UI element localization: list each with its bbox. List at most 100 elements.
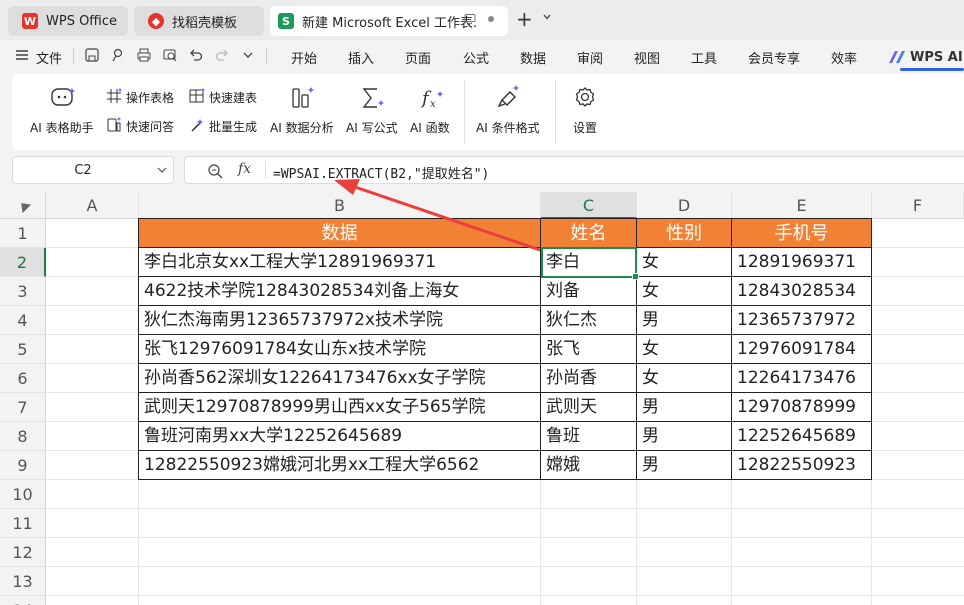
formula-bar[interactable]: fx =WPSAI.EXTRACT(B2,"提取姓名") [184, 156, 964, 184]
table-cell[interactable]: 张飞12976091784女山东x技术学院 [139, 335, 540, 364]
row-header-7[interactable]: 7 [0, 393, 46, 422]
new-tab-button[interactable]: + [516, 9, 533, 29]
table-cell[interactable]: 12843028534 [732, 277, 871, 306]
formula-input[interactable]: =WPSAI.EXTRACT(B2,"提取姓名") [273, 163, 489, 182]
table-cell[interactable]: 12822550923 [732, 451, 871, 480]
table-header-cell[interactable]: 手机号 [731, 218, 872, 248]
tab-excel-workbook[interactable]: S 新建 Microsoft Excel 工作表. [270, 6, 508, 36]
row-header-9[interactable]: 9 [0, 451, 46, 480]
conditional-format-brush-icon[interactable] [496, 84, 522, 110]
menu-review[interactable]: 审阅 [577, 48, 603, 67]
row-header-12[interactable]: 12 [0, 538, 46, 567]
table-header-cell[interactable]: 数据 [138, 218, 541, 248]
menu-view[interactable]: 视图 [634, 48, 660, 67]
table-cell[interactable]: 12970878999 [732, 393, 871, 422]
batch-generate-button[interactable]: 批量生成 [209, 118, 257, 135]
chevron-down-icon[interactable] [240, 47, 256, 63]
column-header-a[interactable]: A [46, 192, 139, 219]
table-cell[interactable]: 男 [637, 393, 731, 422]
row-header-3[interactable]: 3 [0, 277, 46, 306]
table-cell[interactable]: 女 [637, 277, 731, 306]
fx-icon[interactable]: fx [238, 161, 251, 177]
table-cell[interactable]: 狄仁杰 [541, 306, 636, 335]
table-cell[interactable]: 女 [637, 364, 731, 393]
ai-function-button[interactable]: AI 函数 [410, 119, 450, 136]
table-cell[interactable]: 12822550923嫦娥河北男xx工程大学6562 [139, 451, 540, 480]
menu-insert[interactable]: 插入 [348, 48, 374, 67]
print-preview-icon[interactable] [162, 47, 178, 63]
column-header-e[interactable]: E [732, 192, 872, 219]
table-cell[interactable]: 男 [637, 451, 731, 480]
row-header-4[interactable]: 4 [0, 306, 46, 335]
print-icon[interactable] [136, 47, 152, 63]
row-header-13[interactable]: 13 [0, 567, 46, 596]
row-header-2[interactable]: 2 [0, 248, 46, 277]
table-cell[interactable]: 12976091784 [732, 335, 871, 364]
menu-wps-ai[interactable]: WPS AI [888, 46, 963, 68]
undo-icon[interactable] [188, 47, 204, 63]
tab-docer-templates[interactable]: ◆ 找稻壳模板 [134, 6, 264, 36]
column-header-b[interactable]: B [139, 192, 541, 219]
row-header-6[interactable]: 6 [0, 364, 46, 393]
table-cell[interactable]: 12365737972 [732, 306, 871, 335]
table-header-cell[interactable]: 姓名 [540, 218, 637, 248]
row-header-11[interactable]: 11 [0, 509, 46, 538]
table-cell[interactable]: 刘备 [541, 277, 636, 306]
menu-file[interactable]: 文件 [36, 48, 62, 67]
menu-page[interactable]: 页面 [405, 48, 431, 67]
table-cell[interactable]: 孙尚香562深圳女12264173476xx女子学院 [139, 364, 540, 393]
menu-home[interactable]: 开始 [291, 48, 317, 67]
table-header-cell[interactable]: 性别 [636, 218, 732, 248]
table-cell[interactable]: 武则天 [541, 393, 636, 422]
redo-icon[interactable] [214, 47, 230, 63]
table-cell[interactable]: 张飞 [541, 335, 636, 364]
menu-formulas[interactable]: 公式 [463, 48, 489, 67]
fill-handle[interactable] [632, 273, 639, 280]
ai-write-formula-button[interactable]: AI 写公式 [346, 119, 398, 136]
table-cell[interactable]: 孙尚香 [541, 364, 636, 393]
table-cell[interactable]: 鲁班河南男xx大学12252645689 [139, 422, 540, 451]
monitor-icon[interactable] [464, 13, 476, 28]
ai-data-analysis-button[interactable]: AI 数据分析 [270, 119, 334, 136]
ai-conditional-format-button[interactable]: AI 条件格式 [476, 119, 540, 136]
chevron-down-icon[interactable] [157, 165, 167, 175]
row-header-8[interactable]: 8 [0, 422, 46, 451]
function-fx-icon[interactable]: fx [420, 86, 444, 110]
save-icon[interactable] [84, 47, 100, 63]
sigma-formula-icon[interactable] [360, 86, 384, 110]
table-cell[interactable]: 女 [637, 248, 731, 277]
operate-table-button[interactable]: 操作表格 [126, 89, 174, 106]
ai-table-assistant-button[interactable]: AI 表格助手 [30, 119, 94, 136]
menu-tools[interactable]: 工具 [691, 48, 717, 67]
gear-icon[interactable] [574, 86, 596, 108]
menu-efficiency[interactable]: 效率 [831, 48, 857, 67]
row-header-5[interactable]: 5 [0, 335, 46, 364]
table-cell[interactable]: 12252645689 [732, 422, 871, 451]
hamburger-menu-icon[interactable] [14, 47, 30, 63]
table-cell[interactable]: 女 [637, 335, 731, 364]
row-header-1[interactable]: 1 [0, 219, 46, 248]
select-all-corner[interactable] [0, 192, 46, 219]
table-cell[interactable]: 李白北京女xx工程大学12891969371 [139, 248, 540, 277]
table-cell[interactable]: 男 [637, 422, 731, 451]
quick-build-table-button[interactable]: 快速建表 [209, 89, 257, 106]
chevron-down-icon[interactable] [542, 12, 552, 25]
table-cell[interactable]: 4622技术学院12843028534刘备上海女 [139, 277, 540, 306]
column-header-f[interactable]: F [872, 192, 964, 219]
unsaved-dot-icon[interactable] [486, 13, 496, 27]
settings-button[interactable]: 设置 [573, 119, 597, 136]
share-icon[interactable] [110, 47, 126, 63]
spreadsheet-grid[interactable]: ABCDEF1234567891011121314数据姓名性别手机号李白北京女x… [0, 192, 964, 605]
column-header-c[interactable]: C [541, 192, 637, 219]
table-cell[interactable]: 嫦娥 [541, 451, 636, 480]
table-cell[interactable]: 狄仁杰海南男12365737972x技术学院 [139, 306, 540, 335]
column-header-d[interactable]: D [637, 192, 732, 219]
name-box[interactable]: C2 [12, 156, 174, 184]
active-cell-selection[interactable] [541, 247, 637, 278]
zoom-search-icon[interactable] [207, 163, 223, 179]
ai-assistant-icon[interactable] [50, 86, 76, 110]
table-cell[interactable]: 武则天12970878999男山西xx女子565学院 [139, 393, 540, 422]
menu-data[interactable]: 数据 [520, 48, 546, 67]
table-cell[interactable]: 12264173476 [732, 364, 871, 393]
quick-answer-button[interactable]: 快速问答 [126, 118, 174, 135]
